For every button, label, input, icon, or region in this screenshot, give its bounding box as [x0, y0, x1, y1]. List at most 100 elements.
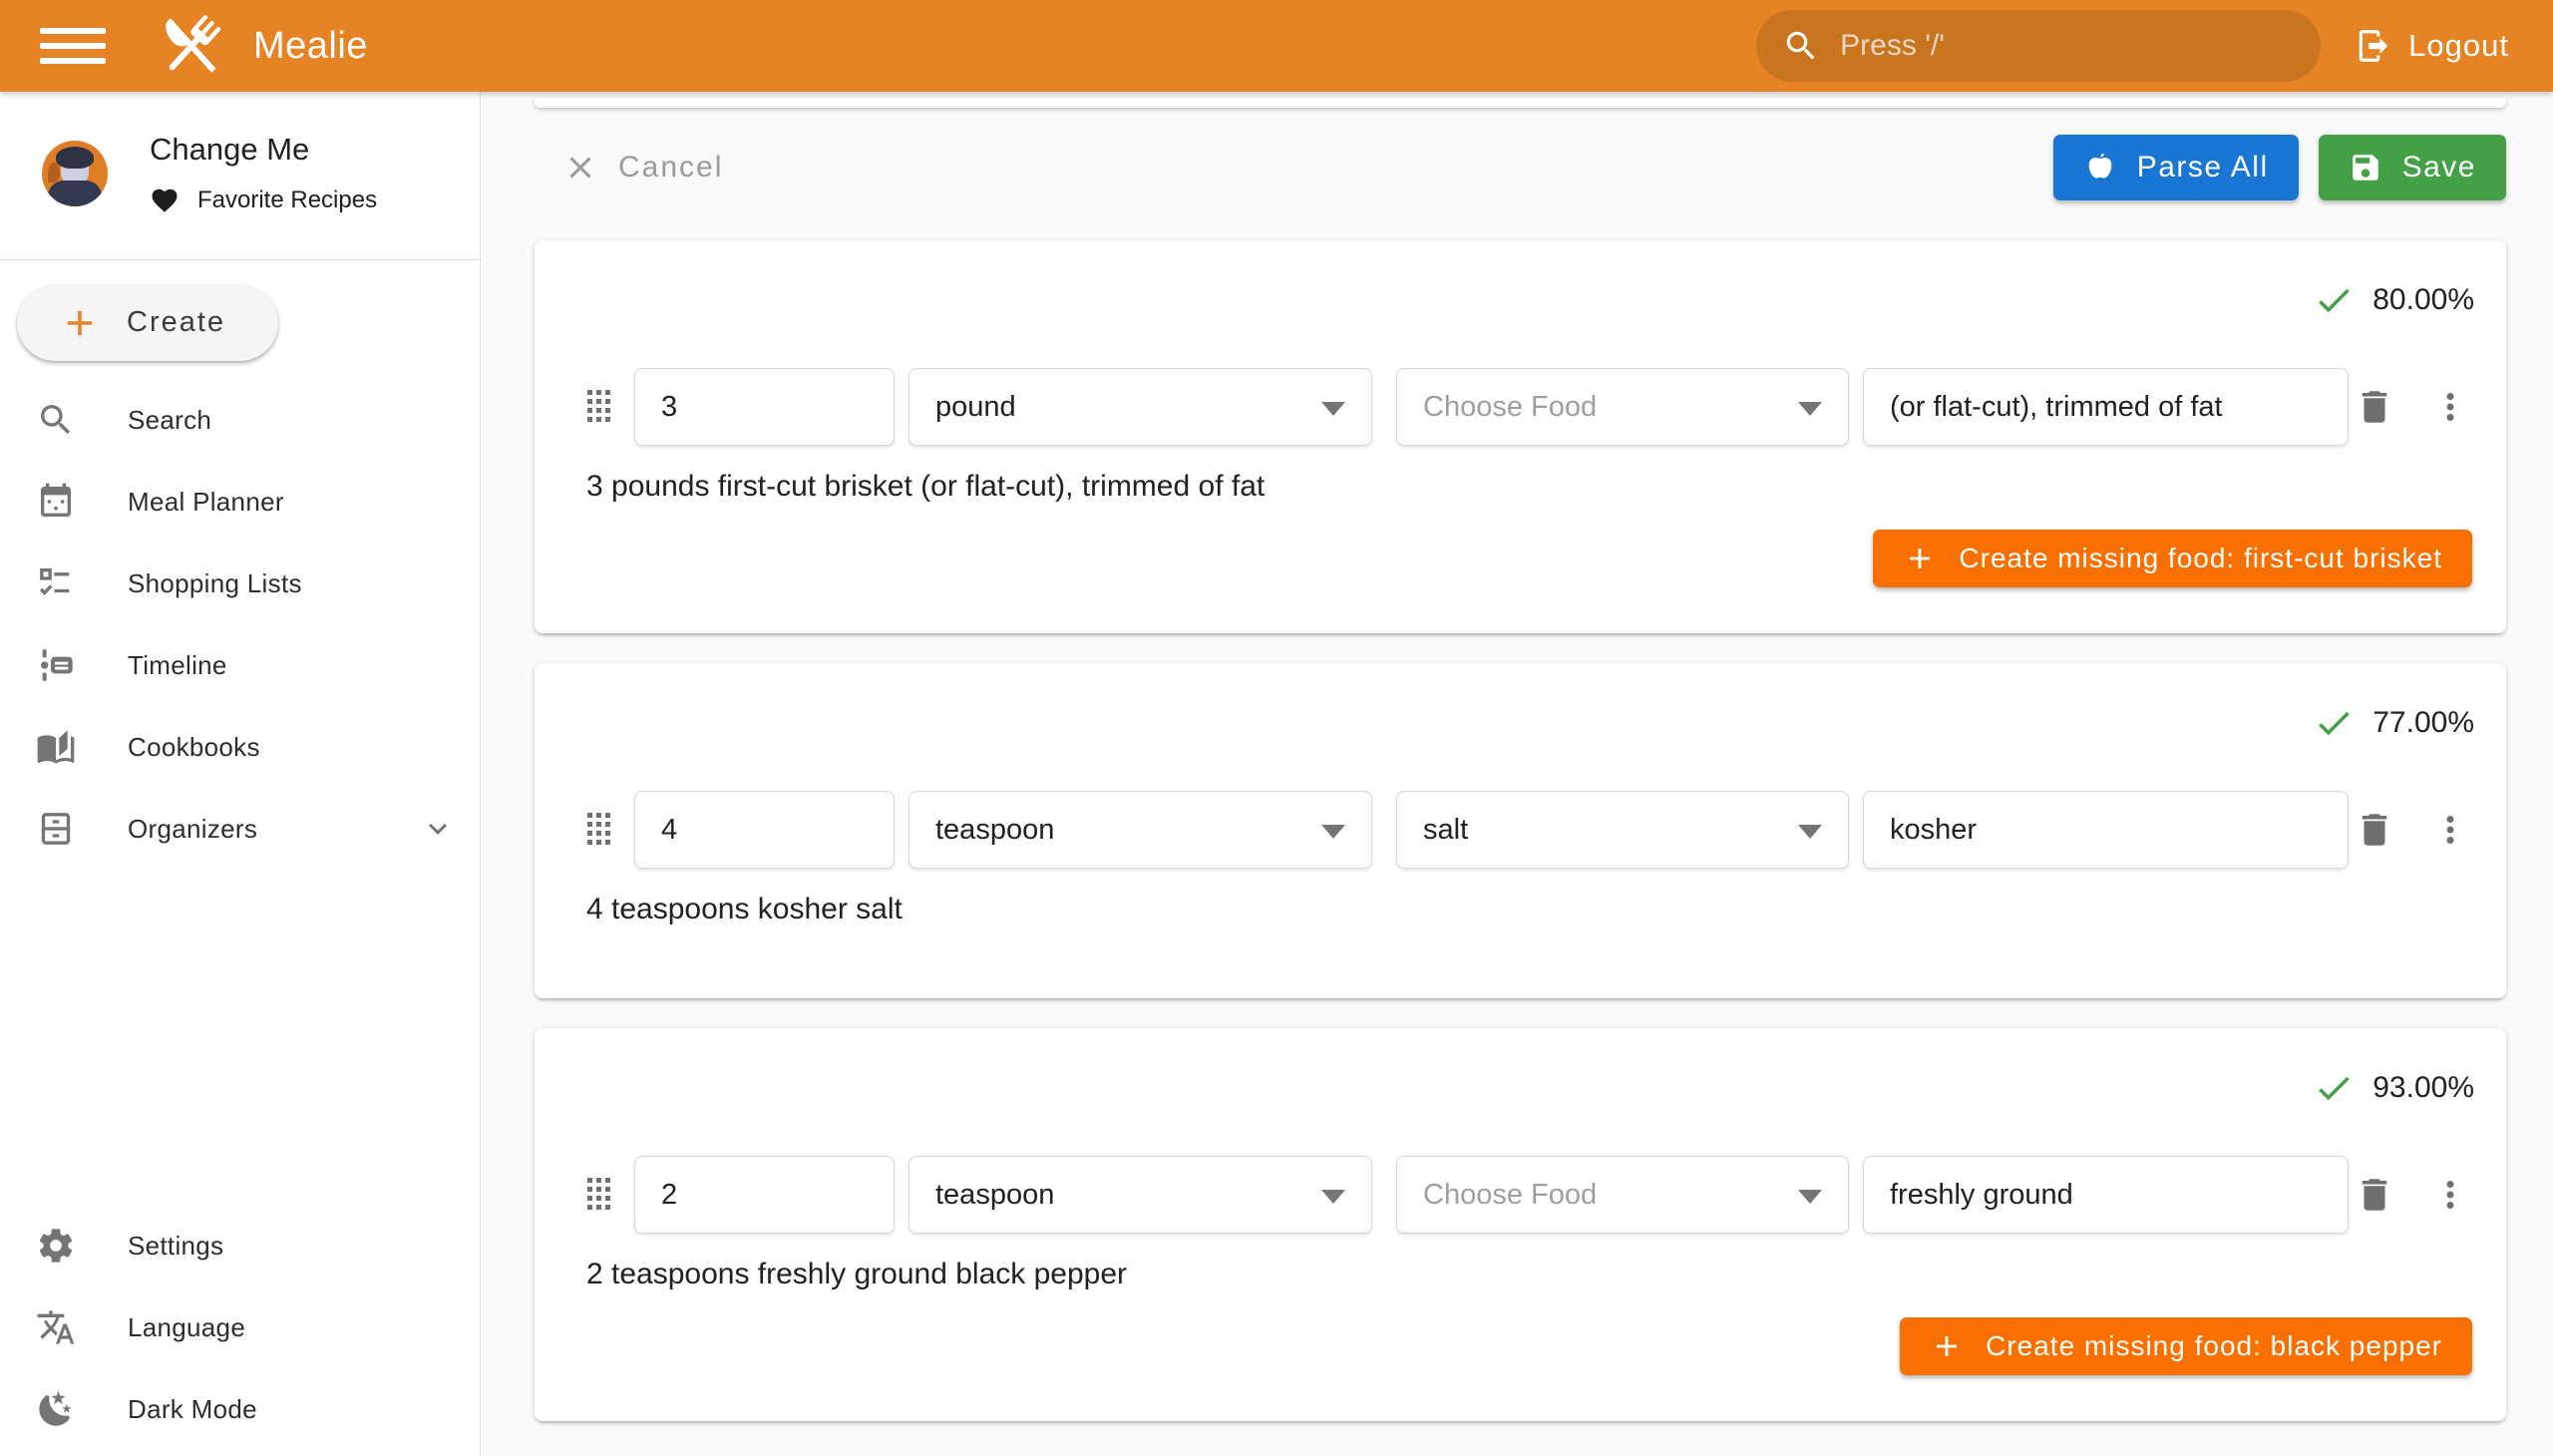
unit-input[interactable] — [910, 814, 1371, 847]
cancel-button[interactable]: Cancel — [562, 150, 723, 185]
quantity-input[interactable] — [635, 391, 894, 424]
app-bar: Mealie Logout — [0, 0, 2553, 92]
sidebar-item-label: Language — [128, 1312, 245, 1343]
caret-down-icon[interactable] — [1798, 402, 1822, 416]
confidence-value: 77.00% — [2372, 706, 2474, 740]
food-select — [1396, 791, 1849, 869]
logout-icon — [2355, 27, 2392, 65]
original-ingredient-text: 2 teaspoons freshly ground black pepper — [586, 1256, 2480, 1293]
confidence-row: 93.00% — [586, 1068, 2480, 1108]
create-missing-food-button[interactable]: Create missing food: black pepper — [1900, 1317, 2472, 1375]
caret-down-icon[interactable] — [1321, 402, 1345, 416]
search-input-pill[interactable] — [1756, 10, 2321, 82]
translate-icon — [36, 1307, 76, 1347]
sidebar-item-label: Cookbooks — [128, 732, 260, 763]
check-icon — [2313, 279, 2355, 321]
book-icon — [36, 727, 76, 767]
sidebar-item-language[interactable]: Language — [0, 1286, 480, 1368]
vertical-dots-icon — [2429, 809, 2471, 851]
caret-down-icon[interactable] — [1321, 825, 1345, 839]
quantity-input[interactable] — [635, 1179, 894, 1212]
sidebar-item-meal-planner[interactable]: Meal Planner — [0, 461, 480, 543]
note-field — [1863, 791, 2349, 869]
mealie-logo-icon — [150, 4, 233, 88]
save-label: Save — [2402, 151, 2476, 184]
drag-handle-icon[interactable] — [586, 389, 612, 425]
note-input[interactable] — [1864, 1179, 2348, 1212]
food-input[interactable] — [1397, 814, 1848, 847]
sidebar-item-label: Shopping Lists — [128, 568, 302, 599]
more-options-button[interactable] — [2426, 1174, 2474, 1216]
ingredient-card: 93.00% — [535, 1028, 2506, 1421]
cancel-label: Cancel — [618, 151, 723, 184]
user-block[interactable]: Change Me Favorite Recipes — [0, 92, 480, 259]
unit-select — [909, 368, 1372, 446]
favorite-recipes-link[interactable]: Favorite Recipes — [150, 185, 377, 215]
delete-button[interactable] — [2349, 386, 2400, 428]
confidence-value: 80.00% — [2372, 283, 2474, 317]
vertical-dots-icon — [2429, 1174, 2471, 1216]
sidebar-item-label: Search — [128, 405, 211, 436]
note-input[interactable] — [1864, 391, 2348, 424]
sidebar-item-search[interactable]: Search — [0, 379, 480, 461]
menu-icon[interactable] — [40, 22, 108, 70]
heart-icon — [150, 185, 180, 215]
note-input[interactable] — [1864, 814, 2348, 847]
save-icon — [2349, 151, 2382, 184]
trash-icon — [2354, 809, 2395, 851]
sidebar-item-timeline[interactable]: Timeline — [0, 624, 480, 706]
drag-handle-icon[interactable] — [586, 812, 612, 848]
sidebar: Change Me Favorite Recipes Create Search — [0, 92, 481, 1456]
sidebar-item-dark-mode[interactable]: Dark Mode — [0, 1368, 480, 1450]
food-select — [1396, 368, 1849, 446]
parse-all-button[interactable]: Parse All — [2053, 135, 2299, 200]
trash-icon — [2354, 1174, 2395, 1216]
caret-down-icon[interactable] — [1798, 825, 1822, 839]
sidebar-item-label: Organizers — [128, 814, 257, 845]
sidebar-item-settings[interactable]: Settings — [0, 1205, 480, 1286]
food-input[interactable] — [1397, 391, 1848, 424]
quantity-field — [634, 1156, 895, 1234]
caret-down-icon[interactable] — [1321, 1190, 1345, 1204]
user-name: Change Me — [150, 132, 377, 168]
ingredient-fields-row — [586, 368, 2480, 446]
sidebar-item-organizers[interactable]: Organizers — [0, 788, 480, 870]
ingredient-fields-row — [586, 791, 2480, 869]
apple-icon — [2083, 151, 2117, 184]
sidebar-item-shopping-lists[interactable]: Shopping Lists — [0, 543, 480, 624]
logout-button[interactable]: Logout — [2355, 27, 2509, 65]
sidebar-nav: Search Meal Planner Shopping Lists Timel… — [0, 379, 480, 870]
confidence-value: 93.00% — [2372, 1071, 2474, 1105]
unit-input[interactable] — [910, 1179, 1371, 1212]
divider — [0, 259, 480, 260]
confidence-row: 77.00% — [586, 703, 2480, 743]
parser-toolbar: Cancel Parse All Save — [535, 135, 2506, 200]
create-button[interactable]: Create — [17, 284, 278, 361]
note-field — [1863, 368, 2349, 446]
quantity-field — [634, 791, 895, 869]
close-icon — [562, 150, 598, 185]
delete-button[interactable] — [2349, 809, 2400, 851]
unit-select — [909, 791, 1372, 869]
delete-button[interactable] — [2349, 1174, 2400, 1216]
quantity-input[interactable] — [635, 814, 894, 847]
save-button[interactable]: Save — [2319, 135, 2506, 200]
caret-down-icon[interactable] — [1798, 1190, 1822, 1204]
check-icon — [2313, 702, 2355, 744]
create-label: Create — [127, 306, 225, 339]
sidebar-item-label: Settings — [128, 1231, 223, 1262]
gear-icon — [36, 1226, 76, 1266]
sidebar-item-label: Timeline — [128, 650, 227, 681]
unit-input[interactable] — [910, 391, 1371, 424]
chevron-down-icon[interactable] — [420, 811, 456, 847]
drawer-icon — [36, 809, 76, 849]
more-options-button[interactable] — [2426, 386, 2474, 428]
drag-handle-icon[interactable] — [586, 1177, 612, 1213]
confidence-row: 80.00% — [586, 280, 2480, 320]
search-input[interactable] — [1840, 29, 2259, 63]
food-input[interactable] — [1397, 1179, 1848, 1212]
create-missing-food-button[interactable]: Create missing food: first-cut brisket — [1873, 530, 2472, 587]
sidebar-item-cookbooks[interactable]: Cookbooks — [0, 706, 480, 788]
create-missing-food-label: Create missing food: first-cut brisket — [1959, 543, 2442, 574]
more-options-button[interactable] — [2426, 809, 2474, 851]
